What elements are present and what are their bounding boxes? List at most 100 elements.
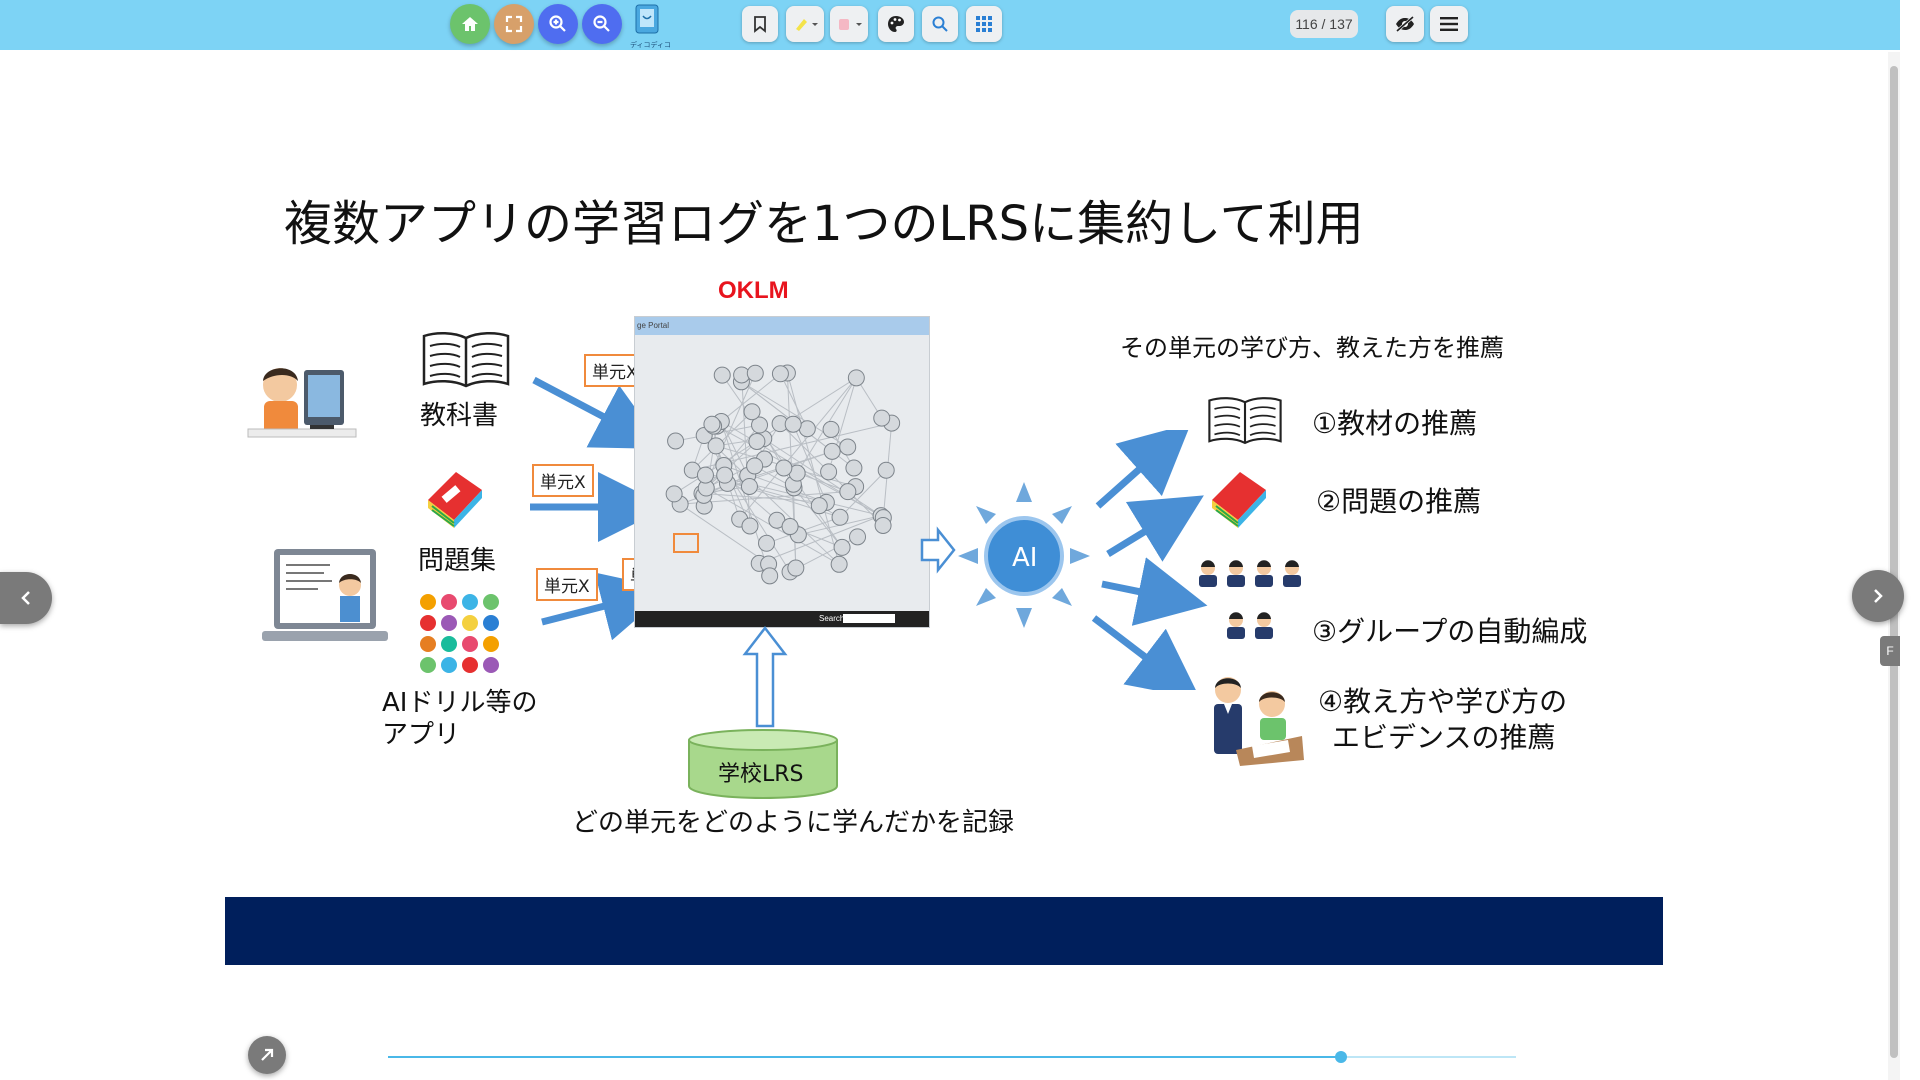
app-logo: ディコディコ — [630, 2, 672, 49]
share-arrow-button[interactable] — [248, 1036, 286, 1074]
apps-label-line2: アプリ — [382, 720, 461, 750]
textbook-icon — [422, 332, 510, 388]
graph-node — [877, 461, 895, 479]
zoom-in-icon[interactable] — [538, 4, 578, 44]
graph-node — [740, 477, 758, 495]
graph-node — [743, 403, 761, 421]
graph-node — [833, 538, 851, 556]
bookmark-icon[interactable] — [742, 6, 778, 42]
graph-node — [849, 528, 867, 546]
graph-node — [830, 555, 848, 573]
graph-node — [713, 366, 731, 384]
student-figure — [1255, 612, 1273, 639]
rec-workbook-icon — [1212, 472, 1266, 528]
unit-label-2: 単元X — [532, 464, 594, 497]
graph-node — [748, 432, 766, 450]
top-toolbar: ディコディコ 116 / 137 — [0, 0, 1900, 50]
app-icon — [483, 657, 499, 673]
workbook-icon — [428, 472, 482, 528]
slide: 複数アプリの学習ログを1つのLRSに集約して利用 教科書 問題集 AIドリル等の… — [220, 50, 1670, 1080]
graph-node — [771, 365, 789, 383]
graph-node — [798, 420, 816, 438]
app-icon — [462, 657, 478, 673]
graph-node — [822, 420, 840, 438]
app-icon — [483, 615, 499, 631]
side-panel-tab[interactable]: F — [1880, 636, 1900, 666]
record-caption: どの単元をどのように学んだかを記録 — [572, 808, 1015, 838]
recommendation-1: ①教材の推薦 — [1312, 407, 1478, 440]
home-icon[interactable] — [450, 4, 490, 44]
page-progress-knob[interactable] — [1335, 1051, 1347, 1063]
to-ai-arrow — [920, 526, 956, 574]
app-icon — [441, 636, 457, 652]
ai-label: AI — [1012, 543, 1038, 573]
highlighter-icon[interactable] — [786, 6, 824, 42]
portal-search-input — [843, 614, 895, 623]
fullscreen-icon[interactable] — [494, 4, 534, 44]
graph-node — [874, 516, 892, 534]
app-icon — [483, 636, 499, 652]
teacher-laptop-illustration — [262, 549, 388, 641]
recommendation-4-line1: ④教え方や学び方の — [1318, 685, 1568, 718]
app-icon — [420, 615, 436, 631]
graph-node — [823, 442, 841, 460]
graph-node — [810, 497, 828, 515]
app-logo-text: ディコディコ — [630, 41, 672, 49]
graph-node — [703, 415, 721, 433]
apps-grid-icon — [420, 594, 499, 673]
graph-node — [746, 364, 764, 382]
student-computer-illustration — [247, 368, 357, 438]
next-page-button[interactable] — [1852, 570, 1904, 622]
hide-icon[interactable] — [1386, 6, 1424, 42]
oklm-label: OKLM — [718, 277, 789, 304]
textbook-label: 教科書 — [420, 401, 499, 431]
lrs-label: 学校LRS — [718, 762, 804, 787]
unit-label-3: 単元X — [536, 568, 598, 601]
scrollbar-thumb[interactable] — [1890, 66, 1898, 1058]
graph-node — [758, 534, 776, 552]
student-figure — [1255, 560, 1273, 587]
output-arrows — [1091, 430, 1208, 690]
graph-node — [667, 432, 685, 450]
graph-node — [787, 559, 805, 577]
app-icon — [462, 636, 478, 652]
app-icon — [462, 594, 478, 610]
graph-node — [741, 517, 759, 535]
recommendation-3: ③グループの自動編成 — [1312, 615, 1588, 648]
graph-node — [696, 466, 714, 484]
app-icon — [420, 657, 436, 673]
graph-node — [839, 438, 857, 456]
highlighted-node-box — [673, 533, 699, 553]
page-progress-fill — [388, 1056, 1341, 1058]
workbook-label: 問題集 — [418, 546, 497, 576]
graph-node — [781, 518, 799, 536]
portal-search-label: Search — [819, 614, 845, 623]
marker-icon[interactable] — [830, 6, 868, 42]
student-figure — [1199, 560, 1217, 587]
slide-footer-bar — [225, 897, 1663, 965]
rec-teacher-student-icon — [1214, 677, 1304, 766]
zoom-out-icon[interactable] — [582, 4, 622, 44]
grid-icon[interactable] — [966, 6, 1002, 42]
app-icon — [483, 594, 499, 610]
search-icon[interactable] — [922, 6, 958, 42]
recommendation-2: ②問題の推薦 — [1316, 485, 1482, 518]
portal-header: ge Portal — [635, 317, 929, 335]
app-icon — [441, 594, 457, 610]
page-counter: 116 / 137 — [1290, 10, 1358, 38]
menu-icon[interactable] — [1430, 6, 1468, 42]
graph-node — [707, 437, 725, 455]
knowledge-graph — [665, 364, 901, 585]
app-icon — [441, 657, 457, 673]
app-icon — [441, 615, 457, 631]
recommendation-4-line2: エビデンスの推薦 — [1332, 721, 1556, 754]
student-figure — [1227, 560, 1245, 587]
rec-textbook-icon — [1208, 397, 1282, 445]
graph-node — [839, 483, 857, 501]
prev-page-button[interactable] — [0, 572, 52, 624]
oklm-portal-screenshot: ge Portal Search — [634, 316, 930, 628]
app-icon — [462, 615, 478, 631]
palette-icon[interactable] — [878, 6, 914, 42]
graph-node — [716, 466, 734, 484]
graph-node — [775, 459, 793, 477]
